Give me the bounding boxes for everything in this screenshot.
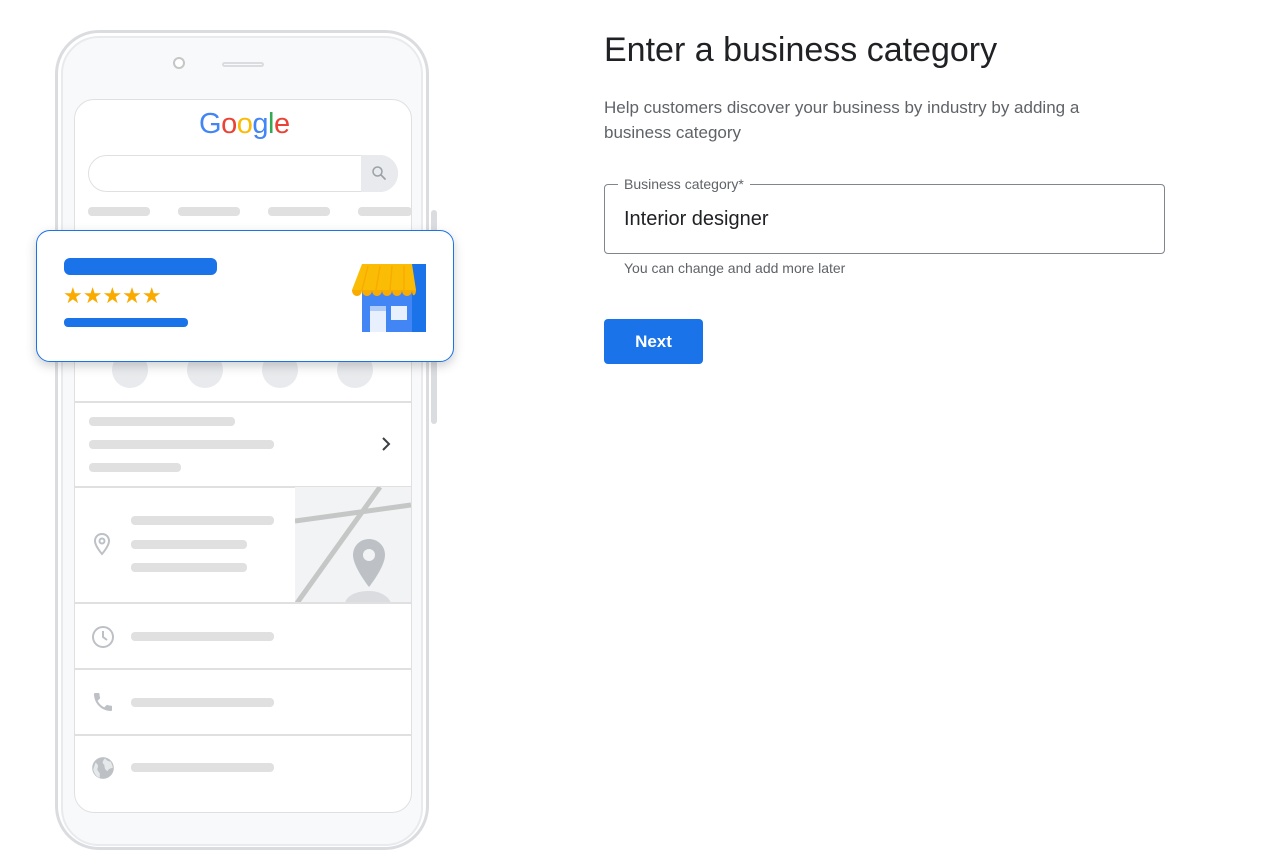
page-subtitle: Help customers discover your business by… [604, 98, 1080, 142]
globe-icon [92, 757, 114, 779]
map-thumbnail [295, 487, 411, 603]
clock-icon [92, 626, 114, 648]
search-icon [372, 166, 386, 180]
text-placeholder [131, 563, 247, 572]
text-placeholder [89, 417, 235, 426]
tab-placeholder [268, 207, 330, 216]
text-placeholder [89, 440, 274, 449]
storefront-icon [352, 264, 426, 332]
divider [75, 602, 411, 604]
tab-placeholder [88, 207, 150, 216]
divider [75, 668, 411, 670]
phone-speaker [222, 62, 264, 67]
business-category-input[interactable] [624, 204, 1144, 234]
tab-placeholder [358, 207, 412, 216]
text-placeholder [131, 540, 247, 549]
phone-icon [94, 693, 112, 711]
map-illustration [295, 487, 411, 603]
search-bar-placeholder [88, 155, 398, 192]
next-button[interactable]: Next [604, 319, 703, 364]
text-placeholder [89, 463, 181, 472]
location-pin-icon [93, 532, 111, 556]
text-placeholder [131, 763, 274, 772]
chevron-right-icon [382, 437, 391, 451]
divider [75, 401, 411, 403]
business-detail-placeholder [64, 318, 188, 327]
page-title: Enter a business category [604, 31, 998, 69]
text-placeholder [131, 698, 274, 707]
star-rating: ★★★★★ [63, 283, 162, 308]
tab-placeholder [178, 207, 240, 216]
text-placeholder [131, 632, 274, 641]
phone-camera [173, 57, 185, 69]
business-name-placeholder [64, 258, 217, 275]
helper-text: You can change and add more later [624, 260, 846, 276]
google-logo: Google [199, 108, 290, 140]
text-placeholder [131, 516, 274, 525]
business-category-label: Business category* [618, 175, 750, 193]
divider [75, 734, 411, 736]
